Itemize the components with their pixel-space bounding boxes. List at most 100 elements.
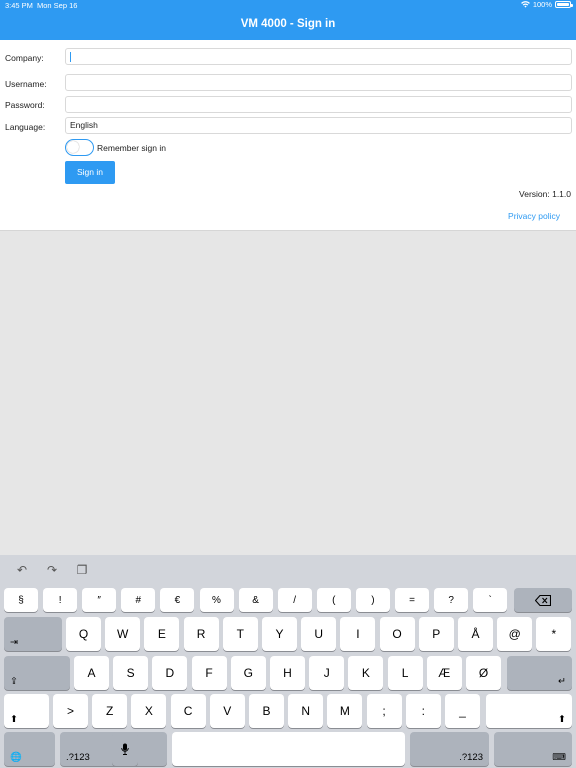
- key-i[interactable]: I: [340, 617, 376, 651]
- key-j[interactable]: J: [309, 656, 345, 690]
- key-p[interactable]: P: [418, 617, 454, 651]
- key-3-row1[interactable]: #: [121, 588, 156, 612]
- return-icon: ↵: [558, 676, 566, 687]
- status-time: 3:45 PM: [5, 1, 33, 10]
- numbers-key-right[interactable]: .?123: [410, 732, 489, 766]
- password-field[interactable]: [65, 96, 572, 113]
- key-q[interactable]: Q: [66, 617, 101, 651]
- tab-key[interactable]: ⇥: [4, 617, 62, 651]
- backspace-key[interactable]: [514, 588, 572, 612]
- dictation-key[interactable]: [112, 732, 138, 766]
- space-key[interactable]: [172, 732, 405, 766]
- undo-icon[interactable]: ↶: [14, 563, 30, 577]
- battery-percent: 100%: [532, 0, 552, 9]
- redo-icon[interactable]: ↷: [44, 563, 60, 577]
- key-row4-8[interactable]: ;: [366, 694, 402, 728]
- key-12-row1[interactable]: `: [473, 588, 508, 612]
- caps-lock-icon: ⇪: [10, 676, 18, 687]
- wifi-icon: [520, 1, 530, 8]
- sign-in-form: Company: Username: Password: Language: E…: [0, 40, 576, 231]
- shift-left-key[interactable]: ⬆: [4, 694, 49, 728]
- key-row4-2[interactable]: X: [131, 694, 167, 728]
- on-screen-keyboard: ↶ ↷ ❐ §! ″ # €% & /() =? ` ⇥ Q W E R T Y U I O P Å @ * ⇪ A S D F G H…: [0, 555, 576, 768]
- password-label: Password:: [5, 100, 45, 110]
- key-å[interactable]: Å: [458, 617, 493, 651]
- key-k[interactable]: K: [348, 656, 384, 690]
- remember-toggle[interactable]: [65, 139, 94, 156]
- tab-icon: ⇥: [10, 637, 18, 648]
- key-row4-6[interactable]: N: [288, 694, 324, 728]
- text-caret: [70, 52, 71, 62]
- key-ø[interactable]: Ø: [466, 656, 501, 690]
- key-f[interactable]: F: [191, 656, 227, 690]
- status-bar: 3:45 PM Mon Sep 16 100%: [0, 0, 576, 12]
- key-row4-0[interactable]: >: [53, 694, 88, 728]
- toggle-knob: [67, 141, 79, 153]
- key-s[interactable]: S: [113, 656, 149, 690]
- privacy-policy-link[interactable]: Privacy policy: [508, 211, 560, 221]
- paste-icon[interactable]: ❐: [74, 563, 90, 577]
- key-*[interactable]: *: [536, 617, 572, 651]
- version-text: Version: 1.1.0: [519, 189, 571, 199]
- page-title: VM 4000 - Sign in: [240, 18, 336, 30]
- key-11-row1[interactable]: ?: [434, 588, 469, 612]
- key-8-row1[interactable]: (: [316, 588, 351, 612]
- key-row4-1[interactable]: Z: [92, 694, 128, 728]
- shift-right-key[interactable]: ⬆: [486, 694, 572, 728]
- key-row4-9[interactable]: :: [405, 694, 441, 728]
- battery-icon: [555, 1, 573, 8]
- key-9-row1[interactable]: ): [355, 588, 390, 612]
- key-2-row1[interactable]: ″: [82, 588, 117, 612]
- key-row4-4[interactable]: V: [209, 694, 245, 728]
- key-row4-5[interactable]: B: [249, 694, 284, 728]
- globe-icon: 🌐: [10, 752, 22, 763]
- return-key[interactable]: ↵: [507, 656, 572, 690]
- key-r[interactable]: R: [183, 617, 219, 651]
- key-row4-10[interactable]: _: [445, 694, 480, 728]
- globe-key[interactable]: 🌐: [4, 732, 55, 766]
- sign-in-button[interactable]: Sign in: [65, 161, 115, 184]
- caps-lock-key[interactable]: ⇪: [4, 656, 70, 690]
- status-right: 100%: [520, 0, 573, 9]
- language-label: Language:: [5, 122, 46, 132]
- language-value: English: [70, 120, 98, 130]
- language-select[interactable]: English: [65, 117, 572, 134]
- key-10-row1[interactable]: =: [395, 588, 429, 612]
- shift-icon: ⬆: [558, 714, 566, 725]
- keyboard-dismiss-icon: ⌨: [552, 752, 566, 763]
- key-row4-3[interactable]: C: [170, 694, 206, 728]
- company-label: Company:: [5, 53, 44, 63]
- key-1-row1[interactable]: !: [43, 588, 78, 612]
- key-w[interactable]: W: [105, 617, 141, 651]
- keyboard-toolbar: ↶ ↷ ❐: [0, 555, 576, 585]
- key-5-row1[interactable]: %: [199, 588, 234, 612]
- key-o[interactable]: O: [379, 617, 415, 651]
- key-l[interactable]: L: [387, 656, 423, 690]
- key-d[interactable]: D: [152, 656, 188, 690]
- shift-icon: ⬆: [10, 714, 18, 725]
- key-u[interactable]: U: [301, 617, 337, 651]
- numbers-label: .?123: [66, 752, 90, 763]
- key-y[interactable]: Y: [262, 617, 297, 651]
- key-row4-7[interactable]: M: [327, 694, 363, 728]
- key-7-row1[interactable]: /: [277, 588, 312, 612]
- username-field[interactable]: [65, 74, 572, 91]
- key-4-row1[interactable]: €: [160, 588, 195, 612]
- key-æ[interactable]: Æ: [426, 656, 462, 690]
- remember-label: Remember sign in: [97, 143, 166, 153]
- key-0-row1[interactable]: §: [4, 588, 38, 612]
- key-g[interactable]: G: [230, 656, 266, 690]
- key-@[interactable]: @: [497, 617, 533, 651]
- key-a[interactable]: A: [74, 656, 109, 690]
- dismiss-keyboard-key[interactable]: ⌨: [494, 732, 572, 766]
- key-t[interactable]: T: [222, 617, 258, 651]
- username-label: Username:: [5, 79, 47, 89]
- header-bar: 3:45 PM Mon Sep 16 100% VM 4000 - Sign i…: [0, 0, 576, 40]
- status-date: Mon Sep 16: [37, 1, 78, 10]
- key-6-row1[interactable]: &: [238, 588, 273, 612]
- company-field[interactable]: [65, 48, 572, 65]
- backspace-icon: [535, 594, 551, 606]
- numbers-label: .?123: [459, 752, 483, 763]
- key-h[interactable]: H: [270, 656, 305, 690]
- key-e[interactable]: E: [144, 617, 180, 651]
